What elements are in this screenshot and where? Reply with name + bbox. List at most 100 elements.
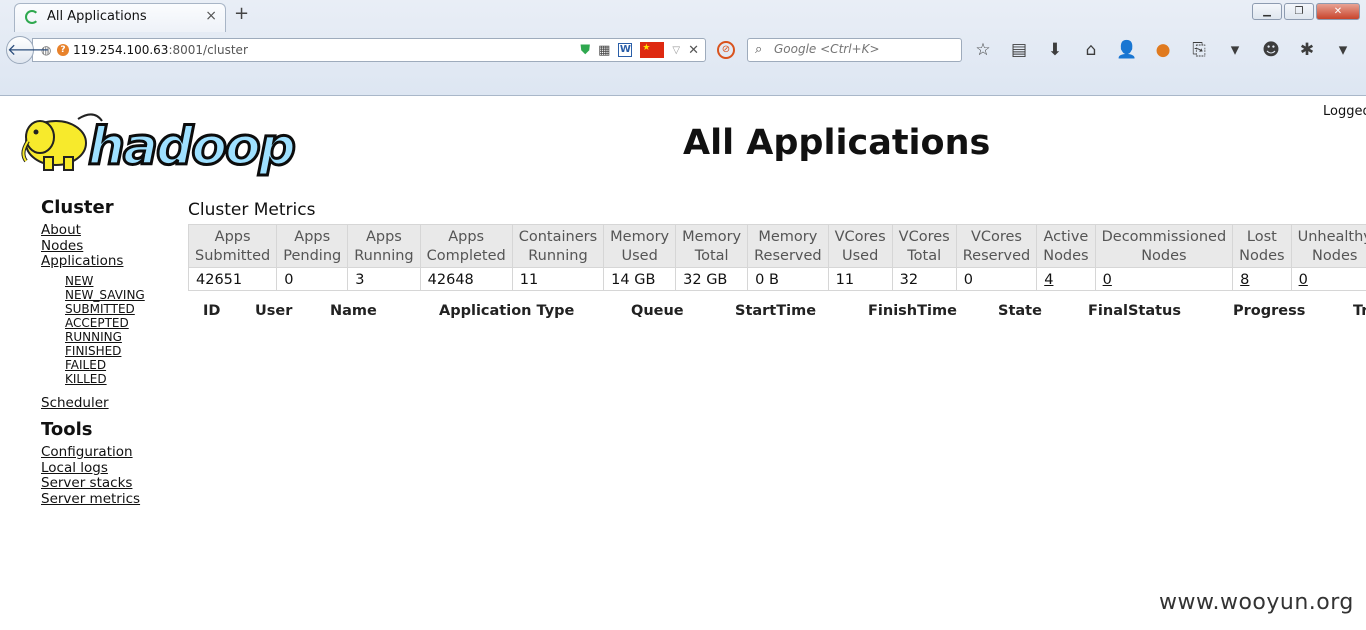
reading-list-icon[interactable]: ▤ (1008, 40, 1030, 60)
cluster-heading: Cluster (41, 197, 114, 218)
metrics-header-line1: Memory (610, 229, 670, 245)
metrics-header-cell: VCores Used (827, 224, 893, 268)
column-header[interactable]: Progress (1233, 303, 1305, 319)
url-host: 119.254.100.63 (73, 43, 169, 57)
tab-close-icon[interactable]: × (205, 8, 217, 24)
nav-server-stacks[interactable]: Server stacks (41, 475, 181, 492)
home-icon[interactable]: ⌂ (1080, 40, 1102, 60)
metrics-header-line2: Total (907, 248, 942, 264)
nav-configuration[interactable]: Configuration (41, 444, 181, 461)
window-close-button[interactable]: ✕ (1316, 3, 1360, 20)
url-text[interactable]: 119.254.100.63:8001/cluster (73, 43, 248, 57)
metrics-value-cell: 4 (1036, 267, 1096, 291)
minimize-button[interactable]: ▁ (1252, 3, 1282, 20)
metrics-header-line1: VCores (898, 229, 950, 245)
shield-icon[interactable]: ⛊ (580, 43, 590, 58)
column-header[interactable]: State (998, 303, 1042, 319)
metrics-header-cell: Memory Total (675, 224, 749, 268)
url-bar[interactable]: ◍ ? 119.254.100.63:8001/cluster ⛊ ▦ W ★ … (32, 38, 706, 62)
nav-local-logs[interactable]: Local logs (41, 460, 181, 477)
nav-state-accepted[interactable]: ACCEPTED (65, 316, 181, 330)
search-bar[interactable]: ⌕ (747, 38, 962, 62)
new-tab-button[interactable]: + (234, 3, 249, 24)
column-header[interactable]: User (255, 303, 292, 319)
column-header[interactable]: Tr (1353, 303, 1366, 319)
search-input[interactable] (774, 42, 954, 56)
applications-table-header: ID User Name Application Type Queue StartTime… (188, 303, 1366, 325)
stop-icon[interactable]: ✕ (688, 43, 699, 58)
metrics-value-link[interactable]: 0 (1103, 272, 1112, 288)
column-header[interactable]: StartTime (735, 303, 816, 319)
left-navigation: Cluster About Nodes Applications NEW NEW… (41, 197, 181, 507)
metrics-header-cell: Apps Completed (419, 224, 513, 268)
metrics-header-line2: Reserved (754, 248, 822, 264)
column-header[interactable]: Application Type (439, 303, 574, 319)
nav-server-metrics[interactable]: Server metrics (41, 491, 181, 508)
copy-icon[interactable]: ⎘ (1188, 40, 1210, 60)
block-icon[interactable]: ⊘ (717, 41, 735, 59)
restore-button[interactable]: ❐ (1284, 3, 1314, 20)
metrics-header-line2: Pending (283, 248, 342, 264)
metrics-value-link[interactable]: 0 (1299, 272, 1308, 288)
column-header[interactable]: Name (330, 303, 377, 319)
column-header[interactable]: FinishTime (868, 303, 957, 319)
url-bar-icons: ⛊ ▦ W ★ ▽ ✕ (580, 42, 699, 58)
user-icon[interactable]: 👤 (1116, 40, 1138, 60)
metrics-value-link[interactable]: 4 (1044, 272, 1053, 288)
nav-state-new[interactable]: NEW (65, 274, 181, 288)
nav-state-failed[interactable]: FAILED (65, 358, 181, 372)
nav-state-new-saving[interactable]: NEW_SAVING (65, 288, 181, 302)
metrics-header-line2: Nodes (1312, 248, 1358, 264)
column-header[interactable]: FinalStatus (1088, 303, 1181, 319)
browser-tab[interactable]: All Applications × (14, 3, 226, 32)
nav-nodes[interactable]: Nodes (41, 238, 181, 255)
nav-state-finished[interactable]: FINISHED (65, 344, 181, 358)
metrics-header-line1: VCores (834, 229, 886, 245)
nav-state-running[interactable]: RUNNING (65, 330, 181, 344)
metrics-value-link[interactable]: 8 (1240, 272, 1249, 288)
nav-applications[interactable]: Applications (41, 253, 181, 270)
metrics-header-cell: VCores Reserved (955, 224, 1038, 268)
column-header[interactable]: Queue (631, 303, 684, 319)
metrics-header-cell: Apps Running (347, 224, 421, 268)
word-icon[interactable]: W (618, 43, 633, 57)
dropdown-icon[interactable]: ▽ (672, 45, 680, 56)
window-controls: ▁ ❐ ✕ (1252, 3, 1360, 20)
back-button[interactable]: 🡐 (6, 36, 50, 64)
metrics-value-cell: 0 (955, 267, 1038, 291)
nav-state-submitted[interactable]: SUBMITTED (65, 302, 181, 316)
url-path: :8001/cluster (168, 43, 248, 57)
metrics-header-line1: Memory (758, 229, 818, 245)
toolbar-icons: ☆ ▤ ⬇ ⌂ 👤 ● ⎘ ▾ ☻ ✱ ▾ ☰ (972, 40, 1366, 60)
column-header[interactable]: ID (203, 303, 220, 319)
china-flag-icon[interactable]: ★ (640, 42, 665, 58)
metrics-value-cell: 14 GB (603, 267, 677, 291)
hadoop-logo[interactable]: hadoop (18, 105, 318, 177)
metrics-value-cell: 8 (1232, 267, 1292, 291)
tab-strip: All Applications × + ▁ ❐ ✕ (0, 0, 1366, 32)
metrics-header-line1: Unhealthy (1297, 229, 1366, 245)
dropdown-arrow-icon[interactable]: ▾ (1224, 40, 1246, 60)
tab-title: All Applications (47, 9, 147, 24)
metrics-header-line2: Submitted (195, 248, 271, 264)
nav-bar: ◍ ? 119.254.100.63:8001/cluster ⛊ ▦ W ★ … (0, 34, 1366, 66)
metrics-header-cell: Memory Used (603, 224, 677, 268)
metrics-value-cell: 11 (511, 267, 605, 291)
metrics-header-line1: Apps (214, 229, 251, 245)
download-icon[interactable]: ⬇ (1044, 40, 1066, 60)
firefox-icon[interactable]: ● (1152, 40, 1174, 60)
warning-icon[interactable]: ? (57, 44, 69, 56)
metrics-header-line2: Nodes (1043, 248, 1089, 264)
nav-scheduler[interactable]: Scheduler (41, 395, 181, 412)
chat-icon[interactable]: ☻ (1260, 40, 1282, 60)
bug-icon[interactable]: ✱ (1296, 40, 1318, 60)
nav-state-killed[interactable]: KILLED (65, 372, 181, 386)
bookmark-star-icon[interactable]: ☆ (972, 40, 994, 60)
nav-about[interactable]: About (41, 222, 181, 239)
more-dropdown-icon[interactable]: ▾ (1332, 40, 1354, 60)
cluster-metrics-table: Apps Submitted Apps Pending Apps Running Apps C… (187, 224, 1366, 291)
metrics-header-line1: Lost (1246, 229, 1277, 245)
metrics-header-line2: Used (842, 248, 879, 264)
metrics-header-cell: Lost Nodes (1232, 224, 1292, 268)
qr-code-icon[interactable]: ▦ (598, 43, 610, 58)
